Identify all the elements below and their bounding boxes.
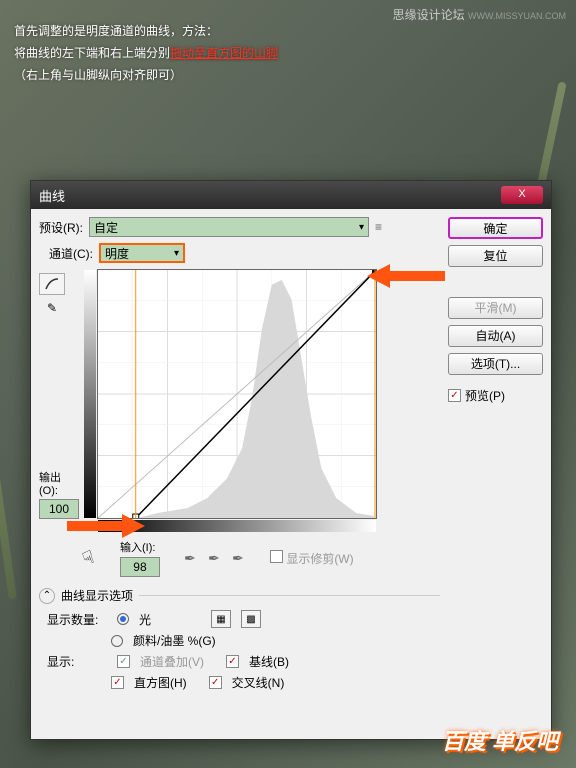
pencil-tool-icon[interactable]: ✎ <box>39 297 65 319</box>
preset-label: 预设(R): <box>39 219 83 236</box>
watermark-bottom: 百度 单反吧 <box>442 724 558 756</box>
histogram <box>98 270 376 518</box>
show-clip-checkbox[interactable] <box>270 550 283 563</box>
preview-checkbox[interactable]: ✓ <box>448 389 461 402</box>
cb-cross[interactable]: ✓ <box>209 676 222 689</box>
radio-ink[interactable] <box>111 635 123 647</box>
cb-overlay[interactable]: ✓ <box>117 655 130 668</box>
output-label: 输出(O): <box>39 469 79 497</box>
close-button[interactable]: X <box>501 186 543 204</box>
hand-tool-icon[interactable]: ☟ <box>80 546 97 569</box>
ok-button[interactable]: 确定 <box>448 217 543 239</box>
curve-tool-icon[interactable] <box>39 273 65 295</box>
titlebar[interactable]: 曲线 X <box>31 181 551 209</box>
curve-graph[interactable] <box>97 269 377 519</box>
curves-dialog: 曲线 X 预设(R): 自定 ≡ 通道(C): 明度 ✎ <box>30 180 552 740</box>
reset-button[interactable]: 复位 <box>448 245 543 267</box>
annotation-text: 首先调整的是明度通道的曲线，方法： 将曲线的左下端和右上端分别拖动至直方图的山脚… <box>14 20 278 86</box>
auto-button[interactable]: 自动(A) <box>448 325 543 347</box>
preview-label: 预览(P) <box>465 387 505 404</box>
grid-coarse-button[interactable]: ▦ <box>211 610 231 628</box>
grid-fine-button[interactable]: ▩ <box>241 610 261 628</box>
preset-dropdown[interactable]: 自定 <box>89 217 369 237</box>
cb-histogram[interactable]: ✓ <box>111 676 124 689</box>
radio-light[interactable] <box>117 613 129 625</box>
input-value[interactable]: 98 <box>120 557 160 577</box>
display-label: 显示: <box>47 653 107 670</box>
arrow-left-indicator <box>67 511 147 541</box>
preset-menu-icon[interactable]: ≡ <box>375 220 382 234</box>
smooth-button[interactable]: 平滑(M) <box>448 297 543 319</box>
channel-label: 通道(C): <box>49 245 93 262</box>
channel-dropdown[interactable]: 明度 <box>99 243 185 263</box>
options-button[interactable]: 选项(T)... <box>448 353 543 375</box>
arrow-right-indicator <box>365 261 445 291</box>
eyedropper-white-icon[interactable]: ✒ <box>232 550 250 566</box>
show-clip-label: 显示修剪(W) <box>286 552 353 566</box>
display-amount-label: 显示数量: <box>47 611 107 628</box>
input-label: 输入(I): <box>120 539 160 555</box>
watermark-top: 思缘设计论坛 WWW.MISSYUAN.COM <box>393 6 566 23</box>
section-header: 曲线显示选项 <box>61 587 133 604</box>
eyedropper-black-icon[interactable]: ✒ <box>184 550 202 566</box>
eyedropper-gray-icon[interactable]: ✒ <box>208 550 226 566</box>
cb-baseline[interactable]: ✓ <box>226 655 239 668</box>
gradient-vertical <box>84 270 96 518</box>
window-title: 曲线 <box>39 186 501 205</box>
collapse-chevron-icon[interactable]: ⌃ <box>39 588 55 604</box>
